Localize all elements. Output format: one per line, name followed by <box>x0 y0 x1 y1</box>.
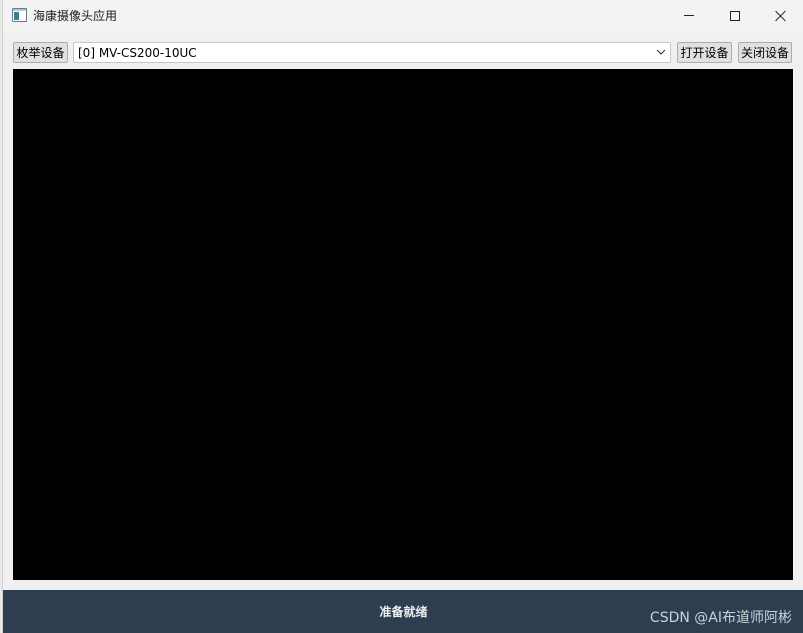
open-device-button[interactable]: 打开设备 <box>677 42 732 63</box>
app-icon <box>12 8 27 22</box>
chevron-down-icon <box>656 49 666 55</box>
close-device-button[interactable]: 关闭设备 <box>738 42 792 63</box>
close-icon <box>775 10 787 22</box>
device-select-value: [0] MV-CS200-10UC <box>78 46 197 60</box>
maximize-icon <box>730 10 740 21</box>
window-title: 海康摄像头应用 <box>33 9 118 23</box>
app-window: 海康摄像头应用 枚举设备 [0] MV-CS200-10UC 打开设备 关闭设备… <box>2 0 803 633</box>
enumerate-devices-button[interactable]: 枚举设备 <box>13 42 68 63</box>
device-select[interactable]: [0] MV-CS200-10UC <box>73 42 671 63</box>
minimize-icon <box>684 15 694 16</box>
video-display <box>13 69 793 580</box>
close-window-button[interactable] <box>758 0 803 31</box>
title-bar: 海康摄像头应用 <box>3 0 803 31</box>
status-bar: 准备就绪 CSDN @AI布道师阿彬 <box>3 590 803 633</box>
watermark: CSDN @AI布道师阿彬 <box>649 610 792 626</box>
maximize-button[interactable] <box>712 0 758 31</box>
minimize-button[interactable] <box>666 0 712 31</box>
